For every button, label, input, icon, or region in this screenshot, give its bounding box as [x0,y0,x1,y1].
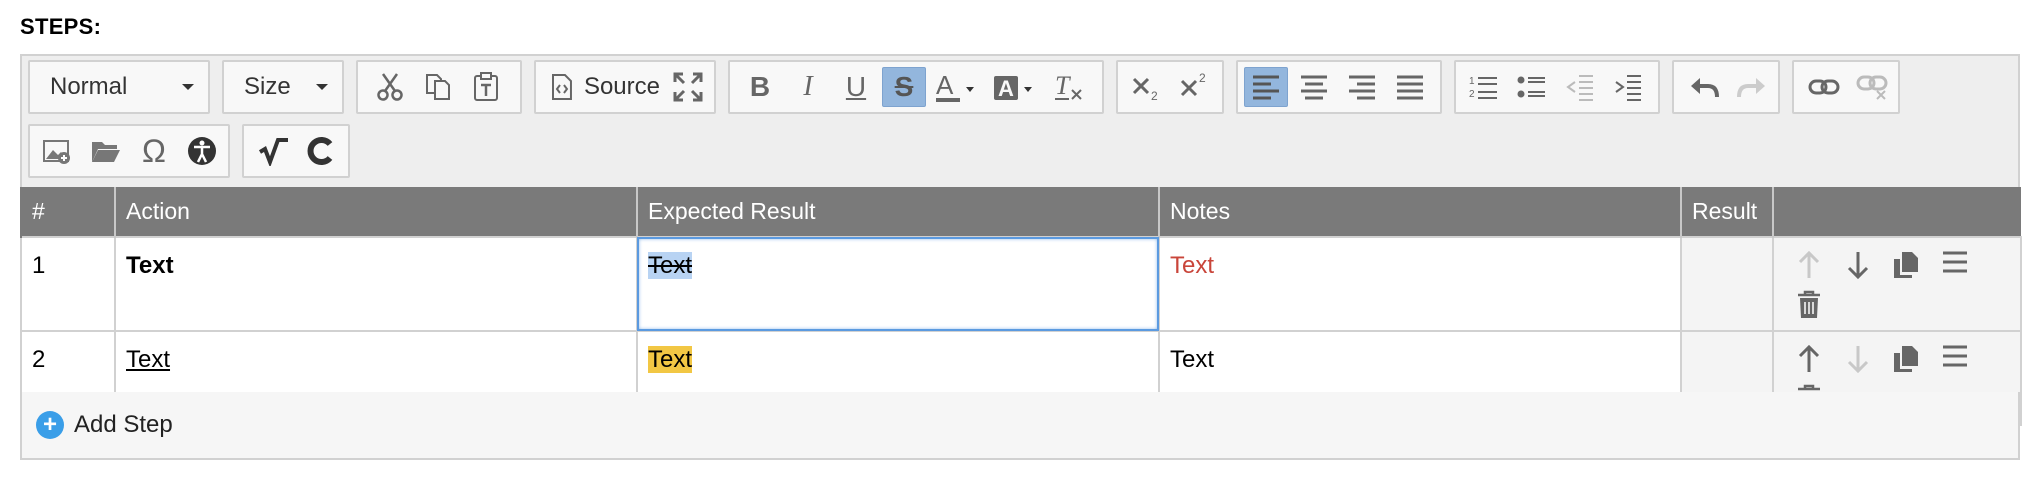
align-right-icon[interactable] [1340,67,1384,107]
maximize-icon[interactable] [666,67,710,107]
special-character-icon[interactable]: Ω [132,131,176,171]
math-formula-icon[interactable] [252,131,296,171]
superscript-icon[interactable]: 2 [1174,67,1218,107]
trash-icon[interactable] [1788,290,1830,330]
align-group [1236,60,1442,114]
redo-icon[interactable] [1730,67,1774,107]
notes-cell[interactable]: Text [1158,236,1682,332]
numbered-list-icon[interactable]: 12 [1462,67,1506,107]
move-down-icon[interactable] [1837,344,1879,384]
source-button[interactable]: Source [544,67,660,107]
insert-group: Ω [28,124,230,178]
link-group [1792,60,1900,114]
align-left-icon[interactable] [1244,67,1288,107]
format-combo-value: Normal [50,73,128,100]
expected-result-text: Text [648,346,693,373]
svg-text:1: 1 [1469,76,1475,87]
svg-text:2: 2 [1469,89,1475,100]
format-combo[interactable]: Normal [28,60,210,114]
col-header-notes: Notes [1158,187,1681,237]
menu-icon[interactable] [1934,250,1976,290]
menu-icon[interactable] [1934,344,1976,384]
indent-icon[interactable] [1606,67,1650,107]
action-text: Text [126,346,171,373]
source-label: Source [583,73,660,100]
chevron-down-icon [316,84,328,90]
strikethrough-icon[interactable]: S [882,67,926,107]
notes-text: Text [1170,252,1215,279]
col-header-action: Action [114,187,637,237]
bulleted-list-icon[interactable] [1510,67,1554,107]
col-header-number: # [20,187,115,237]
expected-result-text: Text [648,252,693,279]
table-row: 1 Text Text Text [20,236,2022,332]
duplicate-icon[interactable] [1885,344,1927,384]
underline-icon[interactable]: U [834,67,878,107]
svg-text:T: T [1055,71,1071,100]
script-group: 2 2 [1116,60,1224,114]
move-down-icon[interactable] [1837,250,1879,290]
justify-icon[interactable] [1388,67,1432,107]
source-group: Source [534,60,716,114]
steps-table: # Action Expected Result Notes Result 1 … [20,187,2022,426]
insert-image-icon[interactable] [36,131,80,171]
table-header-row: # Action Expected Result Notes Result [20,187,2021,237]
subscript-icon[interactable]: 2 [1126,67,1170,107]
col-header-actions [1772,187,2021,237]
rich-text-toolbar: Normal Size Source B I U S A A T 2 2 1 2… [20,54,2020,188]
col-header-result: Result [1680,187,1773,237]
paste-text-icon[interactable] [464,67,508,107]
bold-icon[interactable]: B [738,67,782,107]
accessibility-icon[interactable] [180,131,224,171]
steps-section-title: STEPS: [20,14,102,39]
plus-circle-icon: + [36,411,64,439]
remove-format-icon[interactable]: T [1048,67,1092,107]
background-color-icon[interactable]: A [988,67,1042,107]
col-header-expected-result: Expected Result [636,187,1159,237]
svg-text:A: A [998,76,1014,101]
italic-icon[interactable]: I [786,67,830,107]
expected-result-cell[interactable]: Text [636,236,1160,332]
copy-icon[interactable] [416,67,460,107]
undo-icon[interactable] [1682,67,1726,107]
svg-text:2: 2 [1199,71,1206,85]
svg-text:A: A [936,70,954,100]
align-center-icon[interactable] [1292,67,1336,107]
result-cell[interactable] [1680,236,1774,332]
step-number-cell: 1 [20,236,116,332]
outdent-icon[interactable] [1558,67,1602,107]
link-icon[interactable] [1802,67,1846,107]
source-icon [551,74,572,100]
chemistry-icon[interactable] [300,131,344,171]
move-up-icon[interactable] [1788,344,1830,384]
duplicate-icon[interactable] [1885,250,1927,290]
notes-text: Text [1170,346,1215,373]
basic-styles-group: B I U S A A T [728,60,1104,114]
history-group [1672,60,1780,114]
chevron-down-icon [182,84,194,90]
action-cell[interactable]: Text [114,236,638,332]
size-combo-value: Size [244,73,291,100]
action-text: Text [126,252,174,279]
row-actions-cell [1772,236,2022,332]
size-combo[interactable]: Size [222,60,344,114]
math-group [242,124,350,178]
list-group: 12 [1454,60,1660,114]
unlink-icon[interactable] [1850,67,1894,107]
folder-open-icon[interactable] [84,131,128,171]
cut-icon[interactable] [368,67,412,107]
text-color-icon[interactable]: A [930,67,984,107]
add-step-button[interactable]: + Add Step [36,411,173,439]
add-step-bar: + Add Step [20,392,2020,460]
add-step-label: Add Step [74,411,173,438]
clipboard-group [356,60,522,114]
move-up-icon[interactable] [1788,250,1830,290]
svg-text:2: 2 [1151,89,1158,103]
